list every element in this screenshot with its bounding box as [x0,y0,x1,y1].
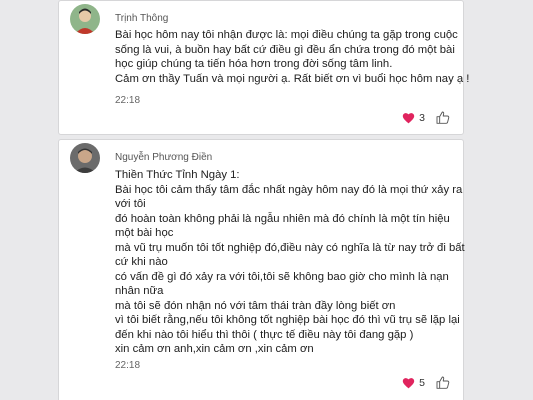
message-text: Bài học hôm nay tôi nhận được là: mọi đi… [115,28,470,86]
avatar[interactable] [70,143,100,173]
reaction-count: 3 [419,112,425,124]
reaction-count: 5 [419,377,425,389]
message-card: Nguyễn Phương Điền Thiền Thức Tỉnh Ngày … [58,139,465,400]
message-line: một bài học [115,227,174,239]
message-line: nhân nữa [115,285,164,297]
message-line: Cảm ơn thầy Tuấn và mọi người ạ. Rất biế… [115,72,470,85]
message-line: với tôi [115,198,146,210]
reaction-summary[interactable]: 3 [402,112,425,124]
message-line: vì tôi biết rằng,nếu tôi không tốt nghiệ… [115,314,460,326]
message-time: 22:18 [115,95,141,106]
heart-icon [402,378,415,389]
message-card: Trịnh Thông Bài học hôm nay tôi nhận đượ… [58,0,470,135]
message-text: Thiền Thức Tỉnh Ngày 1: Bài học tôi cảm … [115,168,465,357]
message-line: Bài học tôi cảm thấy tâm đắc nhất ngày h… [115,183,463,196]
author-name[interactable]: Trịnh Thông [115,13,168,24]
message-line: đến khi nào tôi hiểu thì thôi ( thực tế … [115,328,414,341]
reaction-summary[interactable]: 5 [402,377,425,389]
message-line: cứ khi nào [115,256,168,268]
message-line: sống là vui, à buồn hay bất cứ điều gì đ… [115,43,455,56]
message-line: học giúp chúng ta tiến hóa hơn trong đời… [115,58,393,70]
message-line: xin cảm ơn anh,xin cảm ơn ,xin cảm ơn [115,343,314,355]
message-line: mà vũ trụ muốn tôi tốt nghiệp đó,điều nà… [115,241,465,254]
message-time: 22:18 [115,360,141,371]
message-line: đó hoàn toàn không phải là ngẫu nhiên mà… [115,212,450,225]
message-line: mà tôi sẽ đón nhận nó với tâm thái tràn … [115,299,396,312]
message-line: Thiền Thức Tỉnh Ngày 1: [115,169,240,181]
heart-icon [402,113,415,124]
author-name[interactable]: Nguyễn Phương Điền [115,152,212,163]
thumbs-up-icon[interactable] [435,375,451,391]
avatar[interactable] [70,4,100,34]
message-line: Bài học hôm nay tôi nhận được là: mọi đi… [115,29,458,41]
thumbs-up-icon[interactable] [435,110,451,126]
message-line: có vấn đề gì đó xảy ra với tôi,tôi sẽ kh… [115,270,449,283]
